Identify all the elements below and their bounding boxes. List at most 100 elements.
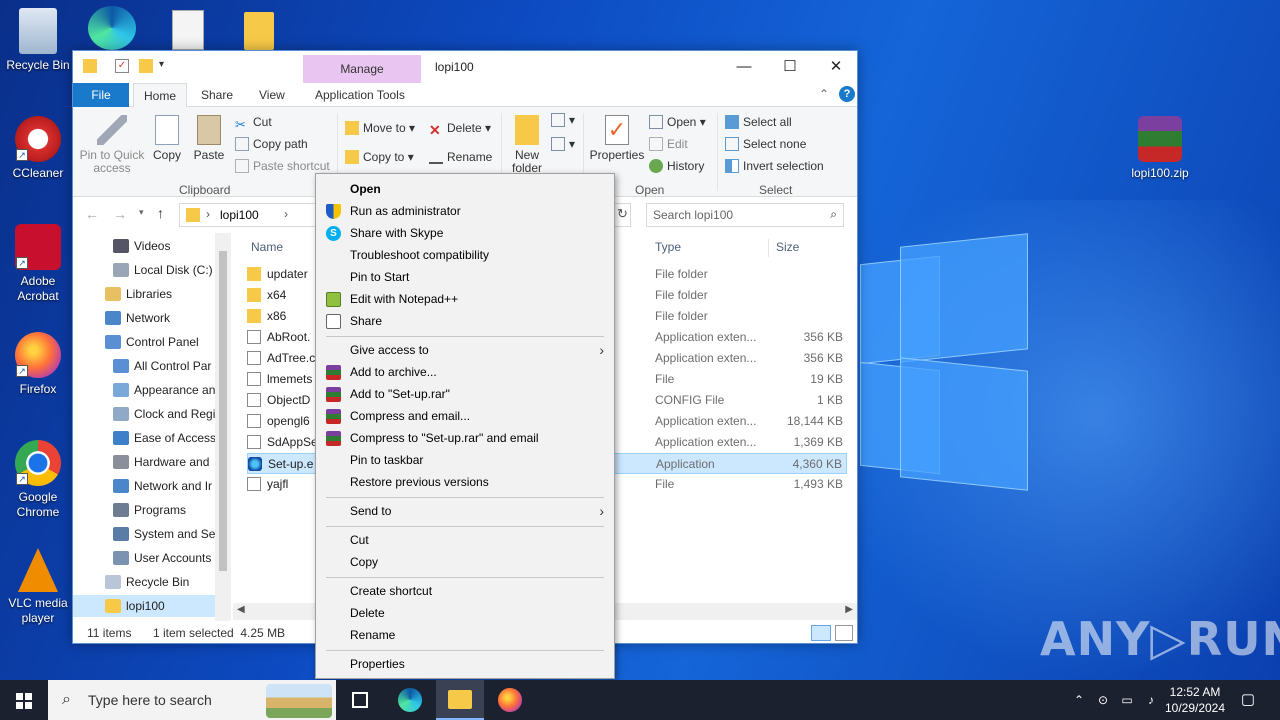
recent-locations-icon[interactable]: ▾ bbox=[139, 207, 144, 218]
taskbar-edge[interactable] bbox=[386, 680, 434, 720]
title-bar[interactable]: ✓ ▾ Manage lopi100 — ☐ ✕ bbox=[73, 51, 857, 83]
select-all-button[interactable]: Select all bbox=[725, 115, 792, 129]
tree-item[interactable]: Control Panel bbox=[105, 331, 199, 353]
scroll-right-icon[interactable]: ▶ bbox=[845, 604, 853, 615]
desktop-icon-google-chrome[interactable]: ↗ Google Chrome bbox=[0, 440, 76, 520]
properties-button[interactable]: ✓ Properties bbox=[589, 115, 645, 162]
tree-item[interactable]: Ease of Access bbox=[113, 427, 215, 449]
nav-pane-scroll-thumb[interactable] bbox=[219, 251, 227, 571]
show-hidden-icons-chevron-icon[interactable]: ⌃ bbox=[1068, 680, 1090, 720]
open-button[interactable]: Open ▾ bbox=[649, 115, 706, 129]
select-none-button[interactable]: Select none bbox=[725, 137, 806, 151]
tree-item[interactable]: Programs bbox=[113, 499, 215, 521]
properties-quick-icon[interactable]: ✓ bbox=[115, 59, 129, 73]
rename-button[interactable]: Rename bbox=[429, 150, 492, 164]
task-view-button[interactable] bbox=[336, 680, 384, 720]
copy-to-button[interactable]: Copy to ▾ bbox=[345, 150, 414, 164]
delete-button[interactable]: ✕ Delete ▾ bbox=[429, 121, 491, 138]
tab-home[interactable]: Home bbox=[133, 83, 188, 107]
customize-toolbar-icon[interactable]: ▾ bbox=[159, 59, 173, 73]
desktop-icon-ccleaner[interactable]: ↗ CCleaner bbox=[0, 116, 76, 181]
image-file-desktop-icon[interactable] bbox=[172, 10, 204, 50]
minimize-button[interactable]: — bbox=[721, 51, 767, 83]
tree-item[interactable]: Recycle Bin bbox=[105, 571, 189, 593]
menu-item-add-archive[interactable]: Add to archive... bbox=[316, 361, 614, 383]
new-item-button[interactable]: ▾ bbox=[551, 113, 575, 127]
menu-item-copy[interactable]: Copy bbox=[316, 551, 614, 573]
close-button[interactable]: ✕ bbox=[813, 51, 859, 83]
menu-item-cut[interactable]: Cut bbox=[316, 529, 614, 551]
tab-share[interactable]: Share bbox=[191, 83, 243, 107]
menu-item-notepadpp[interactable]: Edit with Notepad++ bbox=[316, 288, 614, 310]
maximize-button[interactable]: ☐ bbox=[767, 51, 813, 83]
taskbar-firefox[interactable] bbox=[486, 680, 534, 720]
menu-item-add-setup-rar[interactable]: Add to "Set-up.rar" bbox=[316, 383, 614, 405]
menu-item-send-to[interactable]: Send to › bbox=[316, 500, 614, 522]
tray-app-icon[interactable]: ⊙ bbox=[1092, 680, 1114, 720]
paste-shortcut-button[interactable]: Paste shortcut bbox=[235, 159, 330, 173]
start-button[interactable] bbox=[0, 680, 48, 720]
pin-to-quick-access-button[interactable]: Pin to Quick access bbox=[79, 115, 145, 175]
menu-item-run-as-admin[interactable]: Run as administrator bbox=[316, 200, 614, 222]
easy-access-button[interactable]: ▾ bbox=[551, 137, 575, 151]
refresh-icon[interactable]: ↻ bbox=[617, 206, 628, 222]
help-icon[interactable]: ? bbox=[839, 86, 855, 102]
cut-button[interactable]: ✂ Cut bbox=[235, 115, 272, 132]
menu-item-delete[interactable]: Delete bbox=[316, 602, 614, 624]
tree-item[interactable]: Local Disk (C:) bbox=[113, 259, 213, 281]
tab-file[interactable]: File bbox=[73, 83, 129, 107]
tab-view[interactable]: View bbox=[249, 83, 295, 107]
menu-item-compress-setup-email[interactable]: Compress to "Set-up.rar" and email bbox=[316, 427, 614, 449]
menu-item-share-skype[interactable]: S Share with Skype bbox=[316, 222, 614, 244]
folder-desktop-icon[interactable] bbox=[244, 12, 274, 50]
column-size[interactable]: Size bbox=[776, 240, 799, 254]
tab-application-tools[interactable]: Application Tools bbox=[305, 83, 415, 107]
move-to-button[interactable]: Move to ▾ bbox=[345, 121, 415, 135]
column-type[interactable]: Type bbox=[655, 240, 681, 254]
tree-item[interactable]: Hardware and bbox=[113, 451, 215, 473]
menu-item-open[interactable]: Open bbox=[316, 178, 614, 200]
column-name[interactable]: Name bbox=[251, 240, 283, 254]
menu-item-share[interactable]: Share bbox=[316, 310, 614, 332]
large-icons-view-icon[interactable] bbox=[835, 625, 853, 641]
tree-item[interactable]: Videos bbox=[113, 235, 170, 257]
details-view-icon[interactable] bbox=[811, 625, 831, 641]
tree-item[interactable]: Network bbox=[105, 307, 170, 329]
menu-item-pin-taskbar[interactable]: Pin to taskbar bbox=[316, 449, 614, 471]
tree-item[interactable]: User Accounts bbox=[113, 547, 215, 569]
tree-item[interactable]: Appearance an bbox=[113, 379, 215, 401]
breadcrumb-current[interactable]: lopi100 bbox=[220, 208, 259, 222]
notification-icon[interactable]: ▢ bbox=[1234, 680, 1262, 720]
up-arrow-icon[interactable]: ↑ bbox=[157, 205, 164, 221]
tree-item[interactable]: Libraries bbox=[105, 283, 172, 305]
menu-item-compress-email[interactable]: Compress and email... bbox=[316, 405, 614, 427]
desktop-icon-adobe-acrobat[interactable]: ↗ Adobe Acrobat bbox=[0, 224, 76, 304]
menu-item-restore-versions[interactable]: Restore previous versions bbox=[316, 471, 614, 493]
scroll-left-icon[interactable]: ◀ bbox=[237, 604, 245, 615]
tree-item[interactable]: Clock and Regi bbox=[113, 403, 215, 425]
search-input[interactable]: Search lopi100 ⌕ bbox=[646, 203, 844, 227]
menu-item-properties[interactable]: Properties bbox=[316, 653, 614, 675]
volume-icon[interactable]: ♪ bbox=[1140, 680, 1162, 720]
edge-desktop-icon[interactable] bbox=[88, 6, 136, 50]
menu-item-pin-start[interactable]: Pin to Start bbox=[316, 266, 614, 288]
taskbar-file-explorer[interactable] bbox=[436, 680, 484, 720]
taskbar-search-box[interactable]: ⌕ Type here to search bbox=[48, 680, 336, 720]
new-folder-quick-icon[interactable] bbox=[139, 59, 153, 73]
forward-arrow-icon[interactable]: → bbox=[113, 206, 127, 222]
desktop-icon-firefox[interactable]: ↗ Firefox bbox=[0, 332, 76, 397]
copy-button[interactable]: Copy bbox=[149, 115, 185, 162]
clock[interactable]: 12:52 AM 10/29/2024 bbox=[1162, 680, 1228, 720]
back-arrow-icon[interactable]: ← bbox=[85, 206, 99, 222]
menu-item-rename[interactable]: Rename bbox=[316, 624, 614, 646]
menu-item-troubleshoot[interactable]: Troubleshoot compatibility bbox=[316, 244, 614, 266]
invert-selection-button[interactable]: Invert selection bbox=[725, 159, 824, 173]
copy-path-button[interactable]: Copy path bbox=[235, 137, 308, 151]
menu-item-give-access[interactable]: Give access to › bbox=[316, 339, 614, 361]
tree-item[interactable]: Network and Ir bbox=[113, 475, 215, 497]
collapse-ribbon-icon[interactable]: ⌃ bbox=[819, 87, 829, 101]
desktop-icon-zip-file[interactable]: lopi100.zip bbox=[1122, 116, 1198, 181]
manage-contextual-tab[interactable]: Manage bbox=[303, 55, 421, 83]
desktop-icon-recycle-bin[interactable]: Recycle Bin bbox=[0, 8, 76, 73]
desktop-icon-vlc[interactable]: VLC media player bbox=[0, 548, 76, 626]
